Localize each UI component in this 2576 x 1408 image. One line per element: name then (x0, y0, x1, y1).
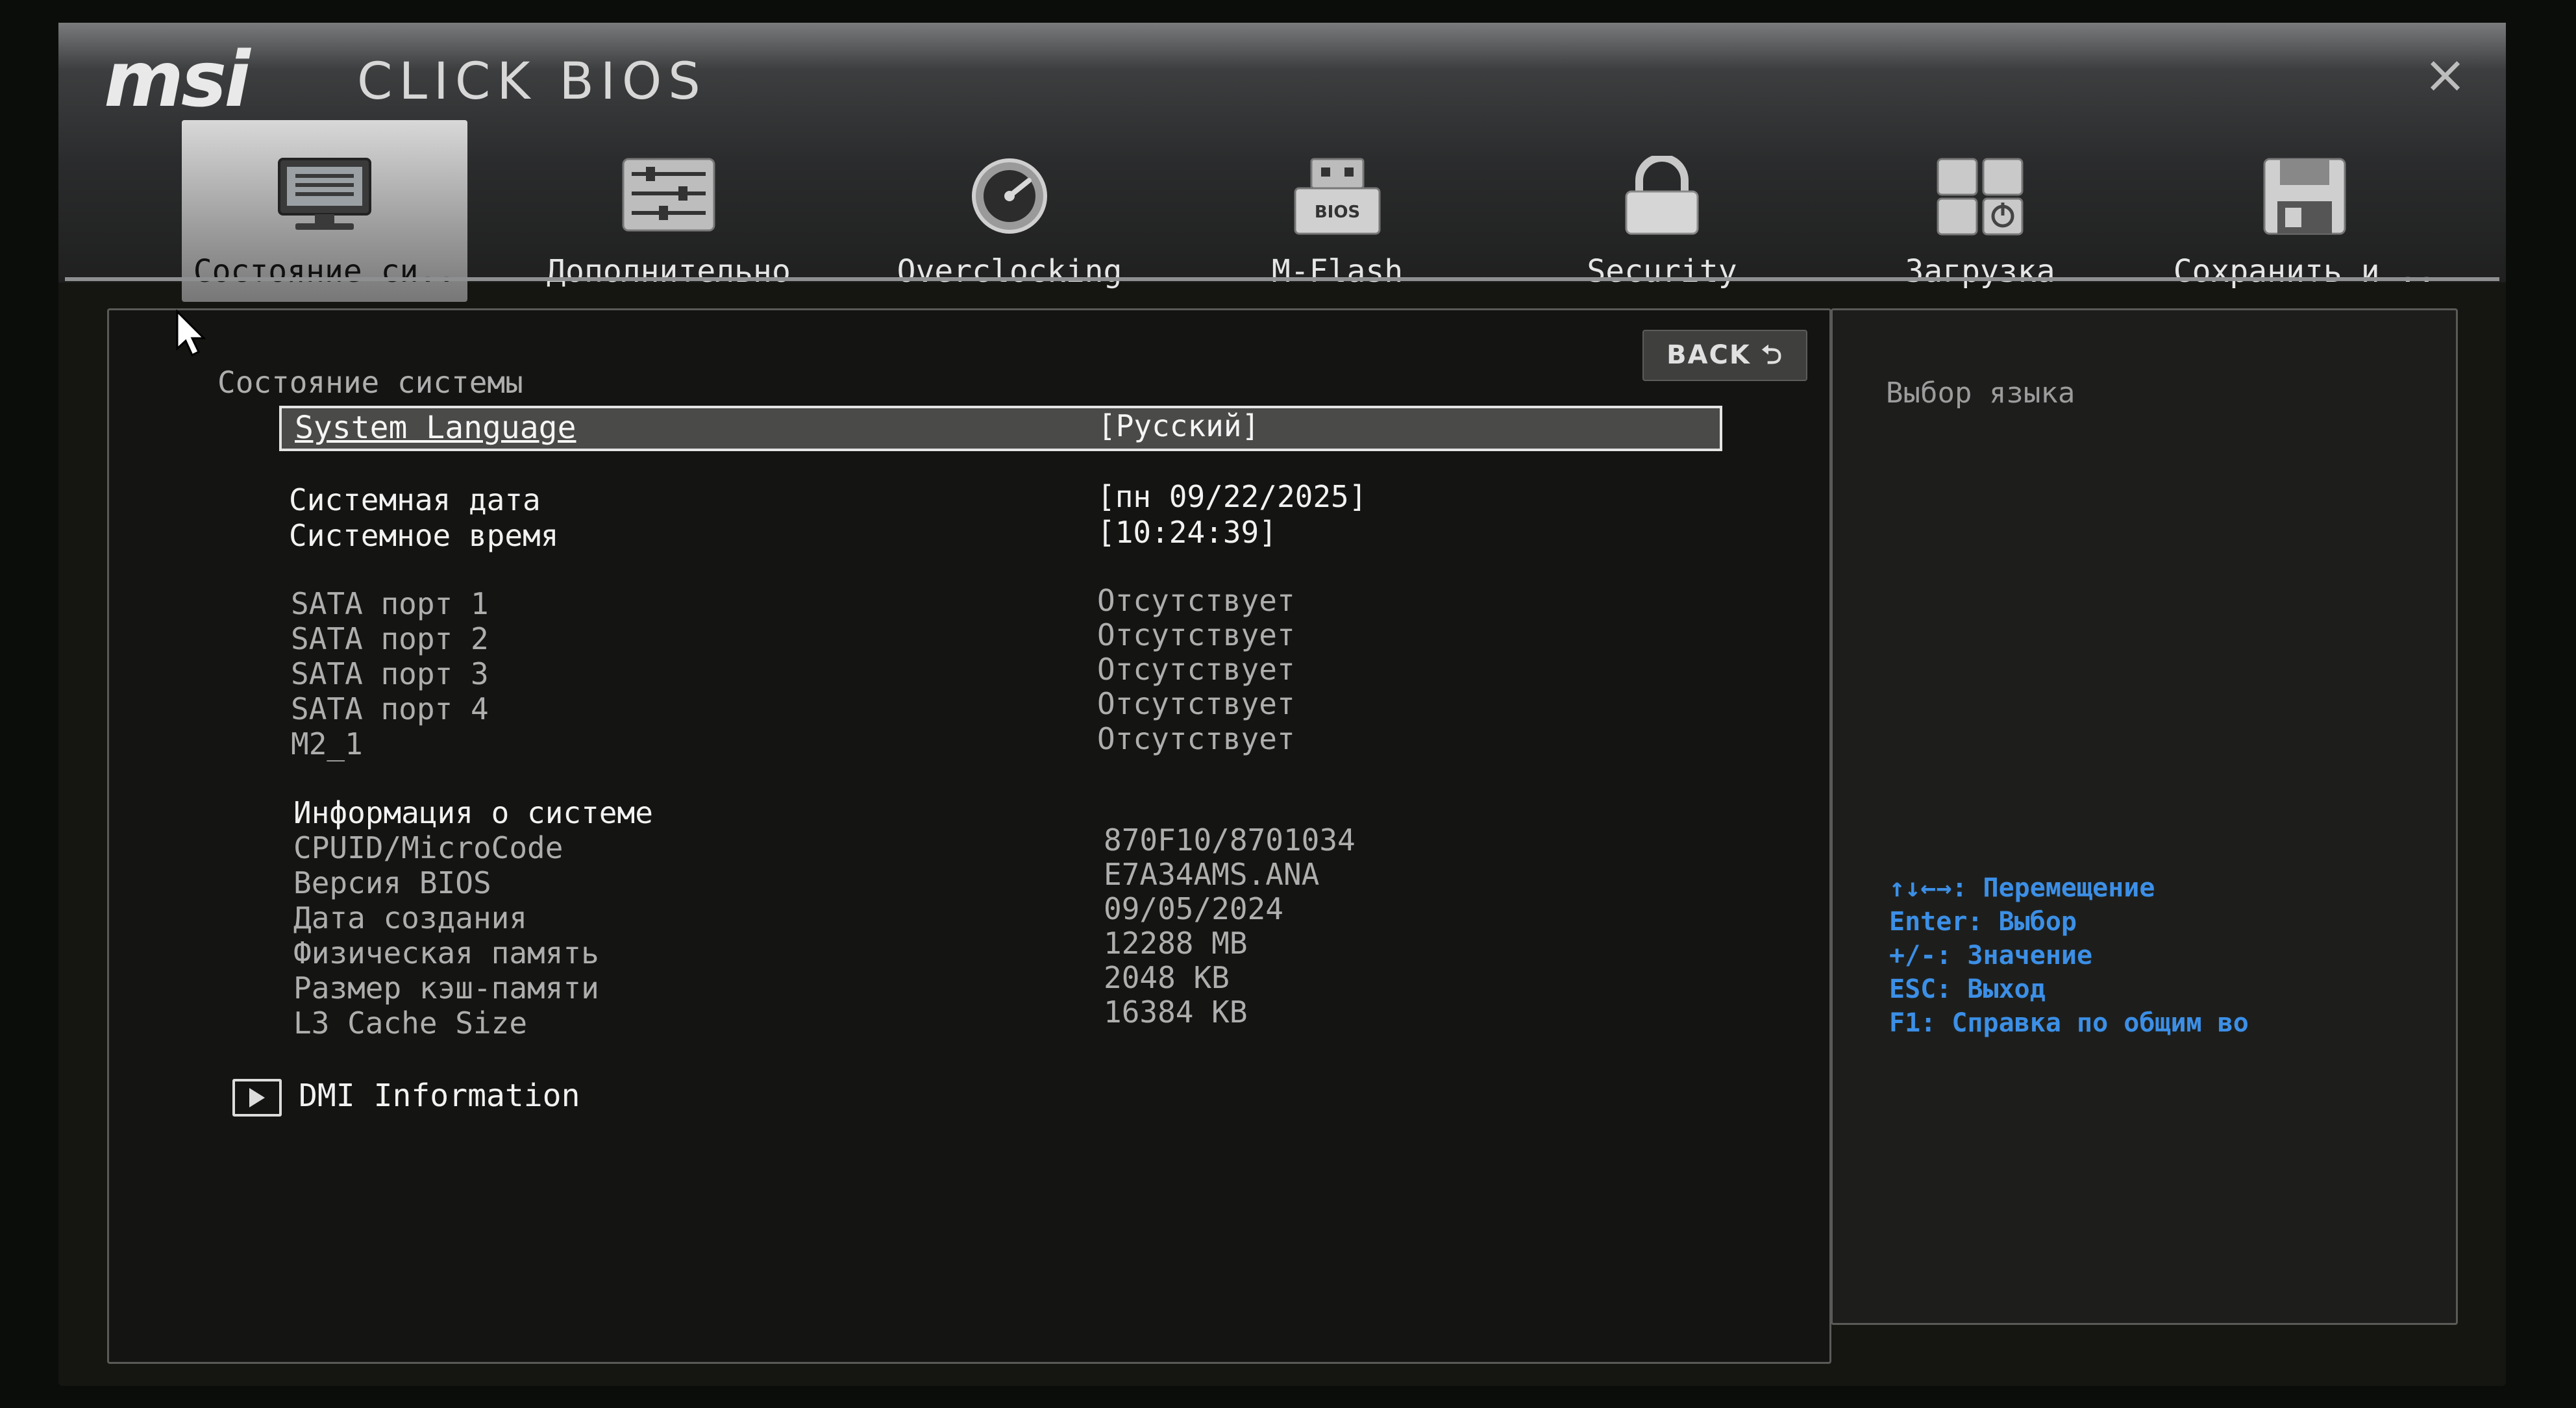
port-value: Отсутствует (1097, 652, 1295, 687)
help-panel (1831, 308, 2458, 1325)
tab-label: Overclocking (897, 253, 1122, 290)
svg-text:BIOS: BIOS (1315, 203, 1360, 222)
sysinfo-label: CPUID/MicroCode (293, 830, 564, 865)
system-time-value[interactable]: [10:24:39] (1097, 515, 1277, 550)
port-value: Отсутствует (1097, 721, 1295, 756)
port-value: Отсутствует (1097, 583, 1295, 618)
system-language-row[interactable]: System Language [Русский] (279, 406, 1722, 451)
tab-label: M-Flash (1271, 253, 1404, 290)
sysinfo-label: Размер кэш-памяти (293, 970, 599, 1006)
sysinfo-value: 09/05/2024 (1104, 891, 1283, 926)
tab-save-exit[interactable]: Сохранить и .. (2136, 120, 2473, 302)
boot-icon (1937, 158, 2024, 236)
sysinfo-label: Дата создания (293, 900, 528, 935)
sysinfo-value: 870F10/8701034 (1104, 822, 1356, 858)
system-date-value[interactable]: [пн 09/22/2025] (1097, 479, 1367, 514)
sysinfo-heading: Информация о системе (293, 795, 653, 830)
help-hint: +/-: Значение (1889, 941, 2093, 970)
system-language-value[interactable]: [Русский] (1098, 408, 1259, 443)
tab-label: Сохранить и .. (2173, 253, 2436, 290)
monitor-icon (278, 158, 371, 230)
dmi-information-link[interactable]: DMI Information (299, 1078, 580, 1114)
help-hint: Enter: Выбор (1889, 907, 2077, 937)
port-label: M2_1 (291, 726, 363, 761)
port-value: Отсутствует (1097, 617, 1295, 652)
help-title: Выбор языка (1886, 377, 2075, 410)
header-bar: msi CLICK BIOS × Состояние си.. Дополнит… (58, 23, 2506, 302)
sysinfo-value: 16384 KB (1104, 994, 1248, 1030)
bios-screen: msi CLICK BIOS × Состояние си.. Дополнит… (58, 23, 2506, 1386)
gauge-icon (972, 158, 1047, 234)
floppy-icon (2263, 158, 2346, 235)
help-hint: ↑↓←→: Перемещение (1889, 873, 2155, 903)
tab-security[interactable]: Security (1532, 120, 1792, 302)
system-time-label: Системное время (289, 518, 559, 553)
tab-label: Состояние си.. (193, 253, 456, 290)
back-button[interactable]: BACK ⮌ (1642, 330, 1807, 381)
usb-bios-icon: BIOS (1294, 158, 1381, 235)
section-title: Состояние системы (217, 365, 523, 400)
sysinfo-label: L3 Cache Size (293, 1006, 528, 1041)
sliders-icon (622, 158, 715, 232)
tab-system-status[interactable]: Состояние си.. (182, 120, 467, 302)
system-language-label: System Language (295, 410, 576, 446)
sysinfo-value: 2048 KB (1104, 960, 1230, 995)
sysinfo-label: Версия BIOS (293, 865, 491, 900)
submenu-arrow-icon[interactable] (232, 1079, 282, 1117)
tab-boot[interactable]: Загрузка (1850, 120, 2110, 302)
tab-overclocking[interactable]: Overclocking (870, 120, 1149, 302)
port-value: Отсутствует (1097, 686, 1295, 721)
tab-label: Дополнительно (547, 253, 791, 290)
sysinfo-value: E7A34AMS.ANA (1104, 857, 1320, 892)
port-label: SATA порт 1 (291, 586, 489, 621)
sysinfo-value: 12288 MB (1104, 926, 1248, 961)
help-hint: F1: Справка по общим во (1889, 1008, 2249, 1038)
port-label: SATA порт 3 (291, 656, 489, 691)
sysinfo-label: Физическая память (293, 935, 599, 970)
port-label: SATA порт 4 (291, 691, 489, 726)
tab-advanced[interactable]: Дополнительно (526, 120, 811, 302)
system-date-label: Системная дата (289, 482, 541, 517)
tab-label: Загрузка (1905, 253, 2055, 290)
help-hint: ESC: Выход (1889, 974, 2046, 1004)
port-label: SATA порт 2 (291, 621, 489, 656)
mouse-cursor-icon (176, 309, 206, 357)
tab-bar: Состояние си.. Дополнительно Overclockin… (58, 23, 2506, 302)
tab-m-flash[interactable]: BIOS M-Flash (1201, 120, 1474, 302)
tab-label: Security (1587, 253, 1737, 290)
lock-icon (1625, 156, 1699, 235)
header-divider (65, 277, 2499, 281)
